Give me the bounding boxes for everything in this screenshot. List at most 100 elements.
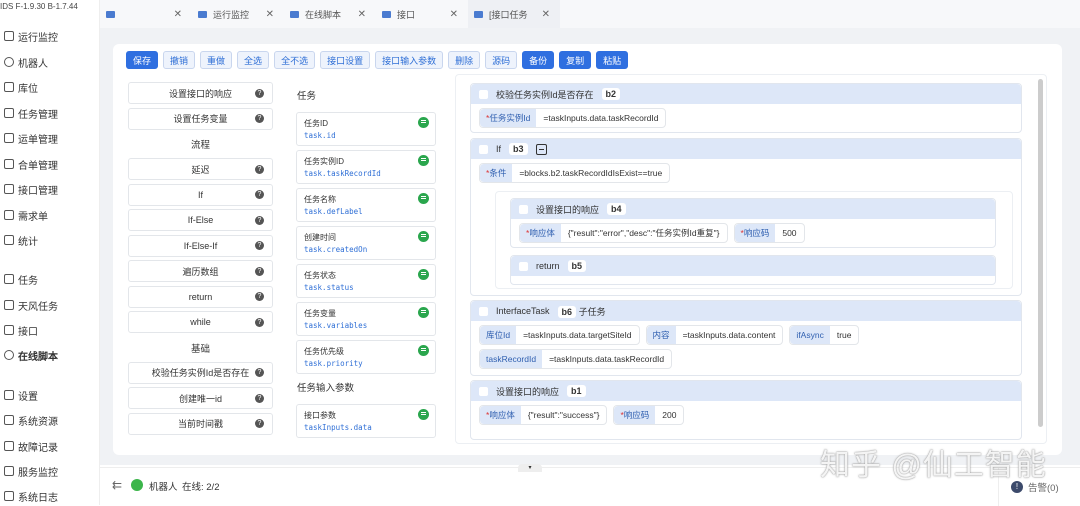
palette-item[interactable]: 校验任务实例Id是否存在? <box>128 362 273 384</box>
tab[interactable]: 接口✕ <box>376 0 468 28</box>
toolbar-button[interactable]: 源码 <box>485 51 517 69</box>
tab[interactable]: 在线脚本✕ <box>284 0 376 28</box>
help-icon[interactable]: ? <box>255 368 264 377</box>
sidebar-item[interactable]: 故障记录 <box>4 437 58 455</box>
block-checkbox[interactable] <box>479 145 488 154</box>
block-b2[interactable]: 校验任务实例Id是否存在b2 任务实例Id=taskInputs.data.ta… <box>470 83 1022 133</box>
sidebar-item[interactable]: 统计 <box>4 231 38 249</box>
drag-handle-icon[interactable] <box>418 269 429 280</box>
field-if-async[interactable]: ifAsynctrue <box>789 325 859 345</box>
collapse-icon[interactable] <box>536 144 547 155</box>
expand-panel-button[interactable]: ▾ <box>518 464 542 472</box>
block-b4[interactable]: 设置接口的响应b4 响应体{"result":"error","desc":"任… <box>510 198 996 248</box>
help-icon[interactable]: ? <box>255 114 264 123</box>
field-response-body[interactable]: 响应体{"result":"error","desc":"任务实例Id重复"} <box>519 223 728 243</box>
sidebar-item[interactable]: 服务监控 <box>4 462 58 480</box>
tab[interactable]: [接口任务✕ <box>468 0 560 28</box>
help-icon[interactable]: ? <box>255 318 264 327</box>
close-icon[interactable]: ✕ <box>174 9 182 20</box>
sidebar-item[interactable]: 系统资源 <box>4 411 58 429</box>
palette-item[interactable]: 设置接口的响应? <box>128 82 273 104</box>
variable-item[interactable]: 任务名称task.defLabel <box>296 188 436 222</box>
sidebar-item[interactable]: 系统日志 <box>4 487 58 505</box>
toolbar-button[interactable]: 全选 <box>237 51 269 69</box>
collapse-sidebar-icon[interactable]: ⇇ <box>112 478 122 492</box>
variable-item[interactable]: 任务状态task.status <box>296 264 436 298</box>
palette-item[interactable]: If-Else? <box>128 209 273 231</box>
sidebar-item[interactable]: 运单管理 <box>4 129 58 147</box>
sidebar-item[interactable]: 天风任务 <box>4 296 58 314</box>
field-response-body[interactable]: 响应体{"result":"success"} <box>479 405 607 425</box>
help-icon[interactable]: ? <box>255 216 264 225</box>
toolbar-button[interactable]: 保存 <box>126 51 158 69</box>
sidebar-item[interactable]: 设置 <box>4 386 38 404</box>
toolbar-button[interactable]: 接口设置 <box>320 51 370 69</box>
field-response-code[interactable]: 响应码500 <box>734 223 805 243</box>
field-response-code[interactable]: 响应码200 <box>613 405 684 425</box>
variable-item[interactable]: 接口参数taskInputs.data <box>296 404 436 438</box>
toolbar-button[interactable]: 复制 <box>559 51 591 69</box>
palette-item[interactable]: return? <box>128 286 273 308</box>
palette-item[interactable]: If-Else-If? <box>128 235 273 257</box>
help-icon[interactable]: ? <box>255 190 264 199</box>
field-content[interactable]: 内容=taskInputs.data.content <box>646 325 784 345</box>
sidebar-item[interactable]: 任务 <box>4 270 38 288</box>
variable-item[interactable]: 任务优先级task.priority <box>296 340 436 374</box>
drag-handle-icon[interactable] <box>418 345 429 356</box>
help-icon[interactable]: ? <box>255 89 264 98</box>
close-icon[interactable]: ✕ <box>266 9 274 20</box>
variable-item[interactable]: 创建时间task.createdOn <box>296 226 436 260</box>
variable-item[interactable]: 任务实例IDtask.taskRecordId <box>296 150 436 184</box>
block-checkbox[interactable] <box>519 205 528 214</box>
block-checkbox[interactable] <box>479 307 488 316</box>
field-site-id[interactable]: 库位Id=taskInputs.data.targetSiteId <box>479 325 640 345</box>
field-task-record-id[interactable]: taskRecordId=taskInputs.data.taskRecordI… <box>479 349 672 369</box>
help-icon[interactable]: ? <box>255 292 264 301</box>
drag-handle-icon[interactable] <box>418 231 429 242</box>
field-task-record-id[interactable]: 任务实例Id=taskInputs.data.taskRecordId <box>479 108 666 128</box>
sidebar-item[interactable]: 接口管理 <box>4 180 58 198</box>
help-icon[interactable]: ? <box>255 241 264 250</box>
block-b1[interactable]: 设置接口的响应b1 响应体{"result":"success"}响应码200 <box>470 380 1022 440</box>
field-condition[interactable]: 条件=blocks.b2.taskRecordIdIsExist==true <box>479 163 670 183</box>
sidebar-item[interactable]: 库位 <box>4 78 38 96</box>
block-checkbox[interactable] <box>479 90 488 99</box>
variable-item[interactable]: 任务IDtask.id <box>296 112 436 146</box>
help-icon[interactable]: ? <box>255 394 264 403</box>
sidebar-item[interactable]: 接口 <box>4 321 38 339</box>
toolbar-button[interactable]: 全不选 <box>274 51 315 69</box>
help-icon[interactable]: ? <box>255 419 264 428</box>
block-b6[interactable]: InterfaceTaskb6 子任务 库位Id=taskInputs.data… <box>470 300 1022 376</box>
close-icon[interactable]: ✕ <box>542 9 550 20</box>
palette-item[interactable]: 延迟? <box>128 158 273 180</box>
drag-handle-icon[interactable] <box>418 307 429 318</box>
toolbar-button[interactable]: 粘贴 <box>596 51 628 69</box>
drag-handle-icon[interactable] <box>418 155 429 166</box>
variable-item[interactable]: 任务变量task.variables <box>296 302 436 336</box>
close-icon[interactable]: ✕ <box>358 9 366 20</box>
sidebar-item[interactable]: 需求单 <box>4 206 48 224</box>
canvas-scrollbar[interactable] <box>1038 79 1043 427</box>
block-b5[interactable]: returnb5 <box>510 255 996 285</box>
drag-handle-icon[interactable] <box>418 193 429 204</box>
drag-handle-icon[interactable] <box>418 117 429 128</box>
palette-item[interactable]: 遍历数组? <box>128 260 273 282</box>
close-icon[interactable]: ✕ <box>450 9 458 20</box>
toolbar-button[interactable]: 重做 <box>200 51 232 69</box>
help-icon[interactable]: ? <box>255 267 264 276</box>
palette-item[interactable]: while? <box>128 311 273 333</box>
tab[interactable]: ✕ <box>100 0 192 28</box>
palette-item[interactable]: 当前时间戳? <box>128 413 273 435</box>
toolbar-button[interactable]: 撤销 <box>163 51 195 69</box>
block-checkbox[interactable] <box>519 262 528 271</box>
toolbar-button[interactable]: 接口输入参数 <box>375 51 443 69</box>
sidebar-item[interactable]: 机器人 <box>4 53 48 71</box>
palette-item[interactable]: If? <box>128 184 273 206</box>
toolbar-button[interactable]: 删除 <box>448 51 480 69</box>
palette-item[interactable]: 设置任务变量? <box>128 108 273 130</box>
sidebar-item[interactable]: 合单管理 <box>4 155 58 173</box>
sidebar-item[interactable]: 在线脚本 <box>4 346 58 364</box>
toolbar-button[interactable]: 备份 <box>522 51 554 69</box>
sidebar-item[interactable]: 任务管理 <box>4 104 58 122</box>
sidebar-item[interactable]: 运行监控 <box>4 27 58 45</box>
